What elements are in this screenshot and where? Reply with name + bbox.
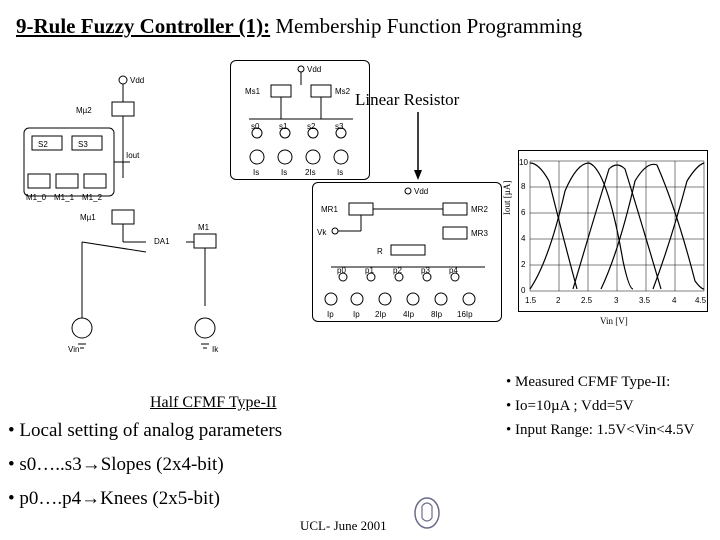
xt3: 3 <box>614 296 619 305</box>
cm-mr1: MR1 <box>321 205 338 214</box>
lbl-m11: M1_1 <box>54 193 75 202</box>
ct-vdd: Vdd <box>307 65 321 74</box>
lbl-vin: Vin <box>68 345 79 354</box>
circuit-mid-box: Vdd MR1 MR2 Vk MR3 R p0 p1 p2 p3 p4 Ip I… <box>312 182 502 322</box>
lbl-iout: Iout <box>126 151 140 160</box>
cm-vk: Vk <box>317 228 327 237</box>
lbl-mmu2: Mµ2 <box>76 106 92 115</box>
yt0: 0 <box>521 286 526 295</box>
lbl-mmu1: Mµ1 <box>80 213 96 222</box>
cm-r: R <box>377 247 383 256</box>
bullet-measured: • Measured CFMF Type-II: <box>506 370 694 394</box>
lbl-m1: M1 <box>198 223 210 232</box>
lbl-s2: S2 <box>38 140 48 149</box>
right-bullets: • Measured CFMF Type-II: • Io=10µA ; Vdd… <box>506 370 694 442</box>
yt1: 2 <box>521 260 526 269</box>
ct-is3: Is <box>337 168 343 177</box>
half-cfmf-label: Half CFMF Type-II <box>150 394 277 412</box>
membership-plot: 1.5 2 2.5 3 3.5 4 4.5 0 2 4 6 8 10 <box>518 150 708 312</box>
linear-resistor-arrow <box>412 112 432 182</box>
lbl-m12: M1_2 <box>82 193 103 202</box>
bullet-local: • Local setting of analog parameters <box>8 420 282 442</box>
lbl-ik: Ik <box>212 345 219 354</box>
slide-title: 9-Rule Fuzzy Controller (1): Membership … <box>16 14 582 39</box>
yt2: 4 <box>521 234 526 243</box>
cm-p2: p2 <box>393 266 402 275</box>
xt5: 4 <box>672 296 677 305</box>
lbl-s3: S3 <box>78 140 88 149</box>
ct-ms2: Ms2 <box>335 87 351 96</box>
xt2: 2.5 <box>581 296 593 305</box>
lbl-m10: M1_0 <box>26 193 47 202</box>
lbl-vdd: Vdd <box>130 76 144 85</box>
circuit-top-box: Vdd Ms1 Ms2 s0 s1 s2 s3 Is Is 2Is Is <box>230 60 370 180</box>
cm-mr2: MR2 <box>471 205 488 214</box>
cm-p3: p3 <box>421 266 430 275</box>
ct-is1: Is <box>281 168 287 177</box>
ct-s1: s1 <box>279 122 288 131</box>
cm-ip1: Ip <box>353 310 360 319</box>
xt0: 1.5 <box>525 296 537 305</box>
bullet-io: • Io=10µA ; Vdd=5V <box>506 394 694 418</box>
title-underlined: 9-Rule Fuzzy Controller (1): <box>16 14 270 38</box>
cm-16ip: 16Ip <box>457 310 473 319</box>
xt1: 2 <box>556 296 561 305</box>
circuit-top-svg: Vdd Ms1 Ms2 s0 s1 s2 s3 Is Is 2Is Is <box>231 61 371 181</box>
plot-xlabel: Vin [V] <box>600 316 628 326</box>
xt4: 3.5 <box>639 296 651 305</box>
bullet-slopes: • s0…..s3→Slopes (2x4-bit) <box>8 454 224 476</box>
lbl-da1: DA1 <box>154 237 170 246</box>
yt4: 8 <box>521 182 526 191</box>
ucl-logo-icon <box>413 496 441 530</box>
ct-s0: s0 <box>251 122 260 131</box>
ct-ms1: Ms1 <box>245 87 261 96</box>
footer-text: UCL- June 2001 <box>300 518 387 534</box>
yt5: 10 <box>519 158 528 167</box>
cm-p0: p0 <box>337 266 346 275</box>
ct-s2: s2 <box>307 122 316 131</box>
ct-2is: 2Is <box>305 168 316 177</box>
cm-4ip: 4Ip <box>403 310 415 319</box>
cm-2ip: 2Ip <box>375 310 387 319</box>
xt6: 4.5 <box>695 296 707 305</box>
circuit-mid-svg: Vdd MR1 MR2 Vk MR3 R p0 p1 p2 p3 p4 Ip I… <box>313 183 503 323</box>
bullet-knees: • p0….p4→Knees (2x5-bit) <box>8 488 220 510</box>
ct-is0: Is <box>253 168 259 177</box>
ct-s3: s3 <box>335 122 344 131</box>
plot-ylabel: Iout [µA] <box>502 181 512 215</box>
cm-mr3: MR3 <box>471 229 488 238</box>
linear-resistor-label: Linear Resistor <box>355 90 459 110</box>
cm-ip0: Ip <box>327 310 334 319</box>
cm-p4: p4 <box>449 266 458 275</box>
yt3: 6 <box>521 208 526 217</box>
title-rest: Membership Function Programming <box>270 14 582 38</box>
cm-vdd: Vdd <box>414 187 428 196</box>
cm-8ip: 8Ip <box>431 310 443 319</box>
cm-p1: p1 <box>365 266 374 275</box>
bullet-range: • Input Range: 1.5V<Vin<4.5V <box>506 418 694 442</box>
